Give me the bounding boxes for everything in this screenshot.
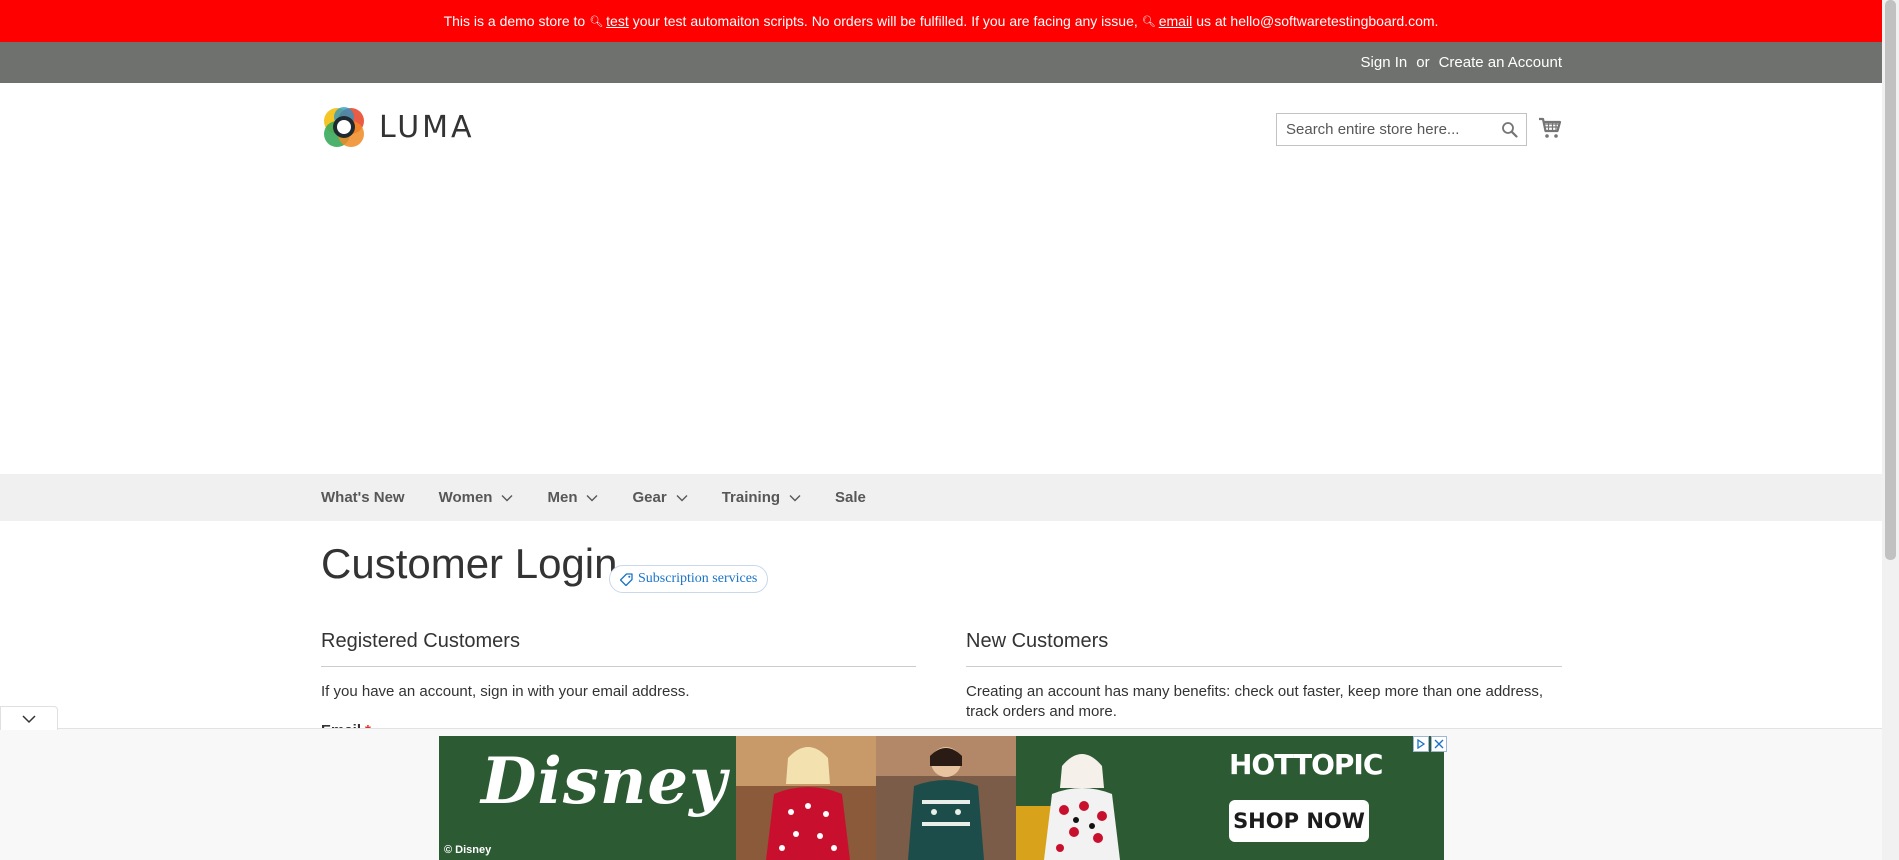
chevron-down-icon — [789, 494, 801, 501]
nav-item-women[interactable]: Women — [439, 489, 514, 506]
banner-test-link[interactable]: test — [606, 13, 629, 29]
nav-item-training[interactable]: Training — [722, 489, 801, 506]
ad-brand-logo: Disney — [481, 744, 728, 819]
close-icon — [1434, 739, 1444, 749]
ad-controls — [1411, 736, 1447, 752]
chevron-down-icon — [22, 714, 36, 723]
header-or-separator: or — [1416, 54, 1430, 71]
create-account-link[interactable]: Create an Account — [1439, 54, 1562, 71]
nav-item-label: Gear — [632, 489, 667, 506]
registered-customers-title: Registered Customers — [321, 630, 520, 652]
tag-icon — [620, 572, 633, 586]
nav-item-label: Women — [438, 489, 493, 506]
ad-shop-now-button[interactable]: SHOP NOW — [1229, 800, 1369, 842]
nav-item-men[interactable]: Men — [547, 489, 598, 506]
registered-divider — [321, 666, 916, 667]
search-icon: 🔍︎ — [589, 15, 604, 28]
nav-item-label: What's New — [321, 489, 405, 506]
new-customers-text: Creating an account has many benefits: c… — [966, 683, 1544, 720]
nav-item-sale[interactable]: Sale — [835, 489, 866, 506]
ad-copyright: © Disney — [444, 844, 492, 856]
store-logo[interactable]: LUMA — [321, 104, 475, 150]
demo-store-banner: This is a demo store to 🔍︎ test your tes… — [0, 0, 1882, 42]
banner-email-link[interactable]: email — [1159, 13, 1192, 29]
subscription-services-badge[interactable]: Subscription services — [609, 565, 769, 593]
ad-photo-2 — [876, 736, 1016, 860]
ad-store-name: HOTTOPIC — [1229, 748, 1383, 781]
nav-item-label: Sale — [835, 489, 866, 506]
header-panel: Sign In or Create an Account — [0, 42, 1882, 83]
luma-logo-icon — [324, 107, 364, 147]
nav-items: What's New Women Men Gear Training Sale — [321, 474, 900, 521]
new-customers-divider — [966, 666, 1562, 667]
ad-photo-1 — [736, 736, 876, 860]
page-scrollbar[interactable] — [1882, 0, 1899, 860]
search-input[interactable] — [1277, 114, 1487, 145]
main-navigation: What's New Women Men Gear Training Sale — [0, 474, 1882, 521]
chevron-down-icon — [501, 494, 513, 501]
sign-in-link[interactable]: Sign In — [1361, 54, 1408, 71]
header-links: Sign In or Create an Account — [1361, 42, 1562, 83]
banner-text-3: us at hello@softwaretestingboard.com. — [1196, 13, 1439, 29]
logo-text: LUMA — [379, 109, 475, 145]
nav-item-what-s-new[interactable]: What's New — [321, 489, 405, 506]
registered-intro-text: If you have an account, sign in with you… — [321, 683, 690, 700]
subscription-services-label: Subscription services — [638, 571, 758, 586]
ad-info-button[interactable] — [1413, 736, 1429, 752]
chevron-down-icon — [586, 494, 598, 501]
search-icon: 🔍︎ — [1141, 15, 1156, 28]
chevron-down-icon — [676, 494, 688, 501]
new-customers-title: New Customers — [966, 630, 1109, 652]
shopping-cart-icon[interactable] — [1538, 116, 1562, 140]
nav-item-gear[interactable]: Gear — [632, 489, 688, 506]
ad-banner[interactable]: Disney © Disney HOTTOPIC SHOP NOW — [439, 736, 1444, 860]
nav-item-label: Men — [547, 489, 578, 506]
ad-choices-icon — [1417, 739, 1426, 749]
search-icon[interactable] — [1501, 121, 1518, 138]
ad-collapse-toggle[interactable] — [0, 706, 58, 730]
banner-text-2: your test automaiton scripts. No orders … — [632, 13, 1138, 29]
nav-item-label: Training — [721, 489, 781, 506]
scrollbar-thumb[interactable] — [1885, 0, 1896, 560]
ad-photo-3 — [1016, 736, 1156, 860]
banner-text-1: This is a demo store to — [443, 13, 586, 29]
page-title: Customer Login — [321, 540, 618, 587]
ad-close-button[interactable] — [1431, 736, 1447, 752]
search-box — [1276, 113, 1527, 146]
